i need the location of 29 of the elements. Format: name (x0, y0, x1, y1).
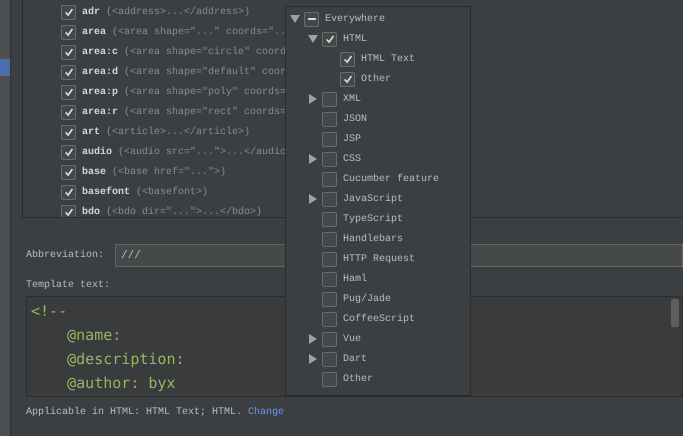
template-description: (<area shape="rect" coords= (124, 106, 286, 118)
template-name: area (82, 26, 106, 38)
applicable-text: Applicable in HTML: HTML Text; HTML. (26, 407, 242, 418)
code-line: @author: byx (66, 373, 176, 394)
abbreviation-label: Abbreviation: (26, 250, 106, 261)
template-description: (<area shape="..." coords=".. (112, 26, 286, 38)
template-description: (<address>...</address>) (106, 6, 250, 18)
template-description: (<base href="...">) (112, 166, 226, 178)
template-name: bdo (82, 206, 100, 217)
template-name: base (82, 166, 106, 178)
template-text-label: Template text: (26, 280, 112, 291)
template-name: area:d (82, 66, 118, 78)
template-description: (<area shape="default" coor (124, 66, 286, 78)
template-description: (<basefont>) (136, 186, 208, 198)
code-line: @description: (66, 349, 185, 370)
template-name: audio (82, 146, 112, 158)
code-line: @name: (66, 325, 122, 346)
template-name: area:p (82, 86, 118, 98)
template-description: (<audio src="...">...</audic (118, 146, 286, 158)
template-name: area:r (82, 106, 118, 118)
template-description: (<article>...</article>) (106, 126, 250, 138)
template-name: art (82, 126, 100, 138)
code-line: <!-- (31, 301, 68, 322)
template-description: (<bdo dir="...">...</bdo>) (106, 206, 262, 217)
template-description: (<area shape="poly" coords= (124, 86, 286, 98)
template-name: adr (82, 6, 100, 18)
template-name: basefont (82, 186, 130, 198)
template-description: (<area shape="circle" coord (124, 46, 286, 58)
template-name: area:c (82, 46, 118, 58)
